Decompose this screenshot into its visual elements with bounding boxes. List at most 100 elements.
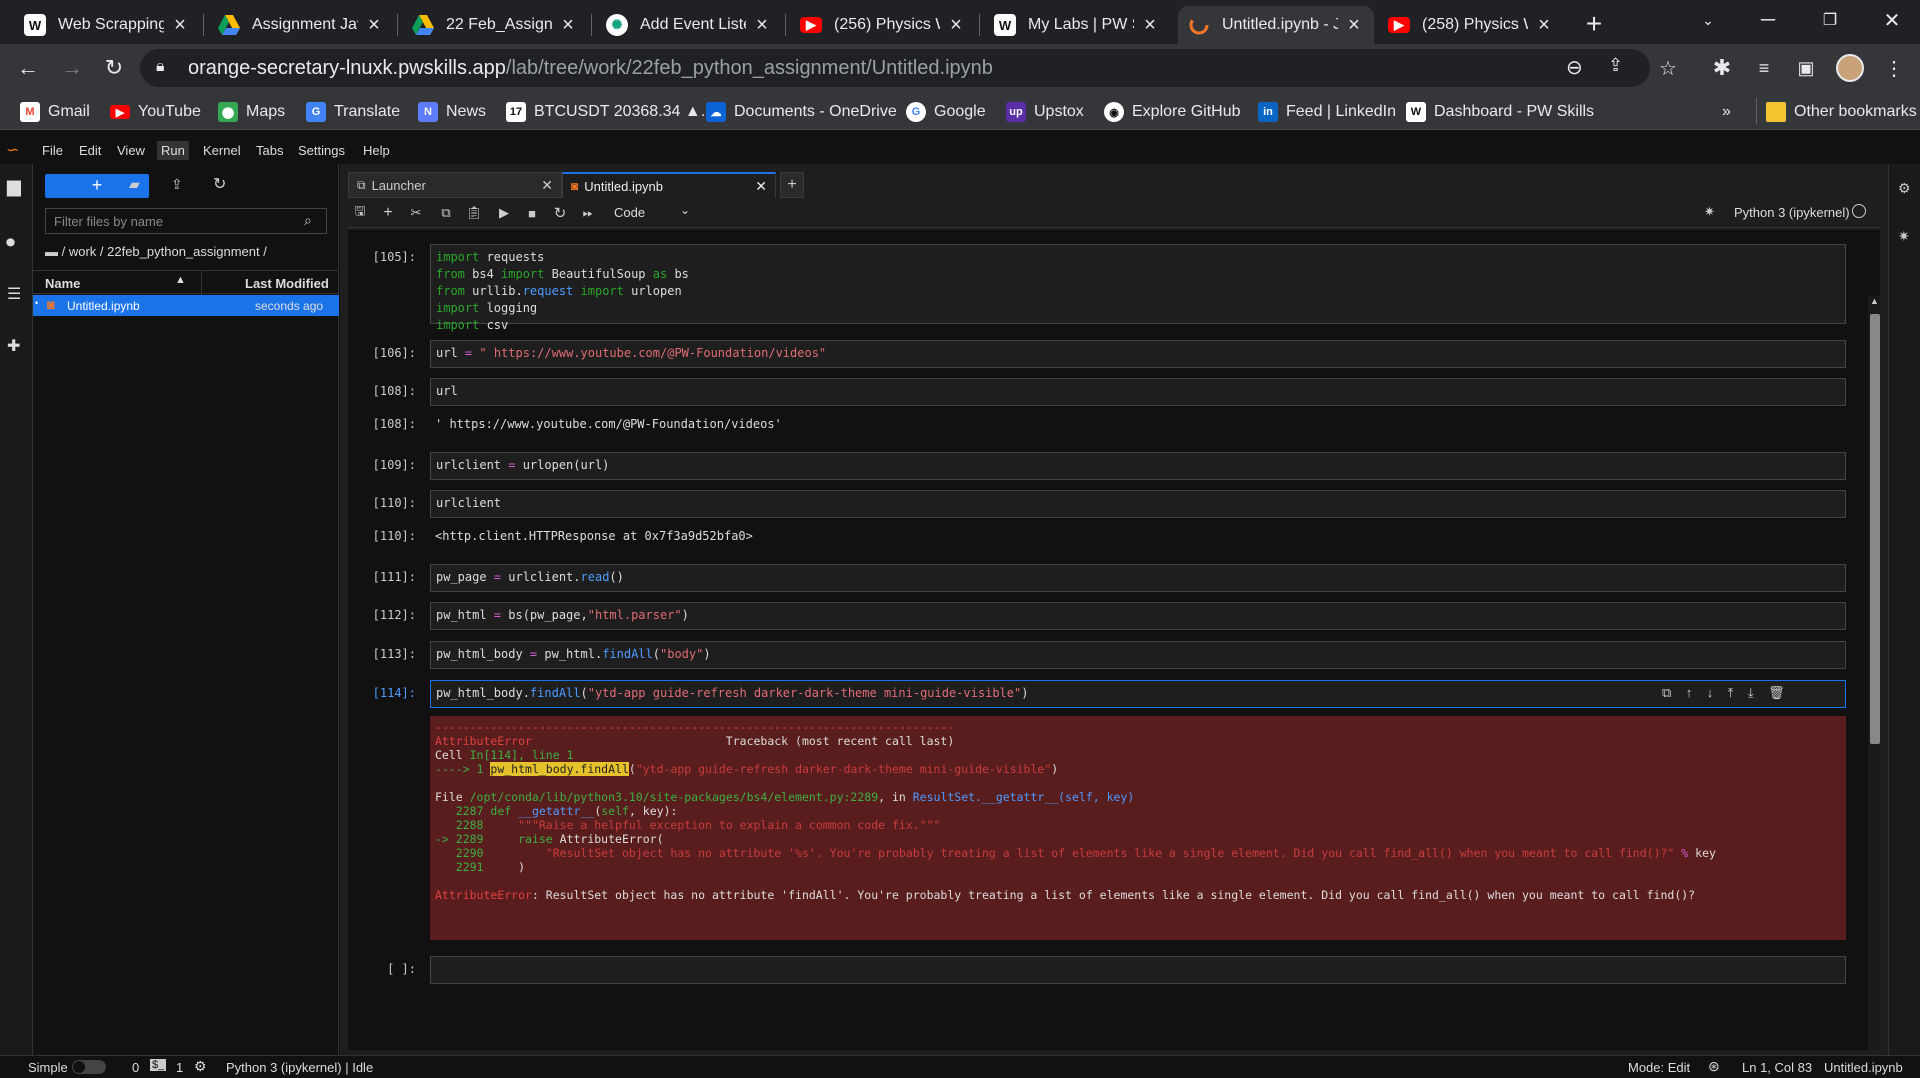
forward-icon[interactable]: → [56,52,88,84]
close-window-button[interactable]: ✕ [1866,0,1918,40]
bookmark[interactable]: ◉ Explore GitHub [1104,100,1241,124]
bookmark[interactable]: in Feed | LinkedIn [1258,100,1396,124]
file-row[interactable]: • ◙ Untitled.ipynb seconds ago [33,295,339,316]
bookmark[interactable]: up Upstox [1006,100,1084,124]
close-tab-icon[interactable]: × [946,14,966,37]
cut-icon[interactable]: ✂ [406,203,426,223]
simple-mode-toggle[interactable] [72,1060,106,1074]
cell-editor[interactable]: pw_html_body.findAll("ytd-app guide-refr… [430,680,1846,708]
code-cell[interactable]: [ ]: [348,956,1848,984]
cell-editor[interactable]: pw_page = urlclient.read() [430,564,1846,592]
share-icon[interactable]: ⇪ [1608,55,1623,76]
new-folder-icon[interactable]: ▰ [129,176,140,193]
menu-help[interactable]: Help [359,141,394,160]
breadcrumb[interactable]: ▬ / work / 22feb_python_assignment / [45,244,267,259]
bookmark[interactable]: ▶ YouTube [110,100,201,124]
kernel-icon[interactable]: ⚙ [194,1058,207,1075]
kernel-status[interactable]: Python 3 (ipykernel) | Idle [226,1060,373,1075]
vertical-scrollbar[interactable]: ▲ ▼ [1868,296,1880,1050]
debugger-icon[interactable]: ✷ [1898,228,1910,245]
code-cell[interactable]: [110]: urlclient [110]: <http.client.HTT… [348,490,1848,550]
browser-tab[interactable]: ▶ (256) Physics Wa × [790,6,976,44]
close-icon[interactable]: ✕ [541,177,553,194]
bookmark-star-icon[interactable]: ☆ [1652,52,1684,84]
more-menu-icon[interactable]: ⋮ [1878,52,1910,84]
bookmark[interactable]: M Gmail [20,100,90,124]
new-tab-button[interactable]: + [1568,4,1620,44]
back-icon[interactable]: ← [12,52,44,84]
cell-editor[interactable]: urlclient = urlopen(url) [430,452,1846,480]
address-bar[interactable]: 🔒︎ orange-secretary-lnuxk.pwskills.app/l… [140,49,1650,87]
save-icon[interactable]: 🖫︎ [350,203,370,223]
close-tab-icon[interactable]: × [558,14,578,37]
menu-view[interactable]: View [113,141,149,160]
browser-tab[interactable]: W Web Scrapping In × [14,6,200,44]
property-inspector-icon[interactable]: ⚙ [1898,180,1911,197]
name-column-header[interactable]: Name [45,276,80,291]
cell-editor[interactable]: import requests from bs4 import Beautifu… [430,244,1846,332]
extensions-icon[interactable]: ✱ [1706,52,1738,84]
cell-editor[interactable]: pw_html = bs(pw_page,"html.parser") [430,602,1846,630]
zoom-icon[interactable]: ⊖ [1566,55,1583,80]
bookmark[interactable]: 17 BTCUSDT 20368.34 ▲... [506,100,714,124]
browser-tab-active[interactable]: Untitled.ipynb - J × [1178,6,1374,44]
close-tab-icon[interactable]: × [170,14,190,37]
tab-search-icon[interactable]: ⌄ [1682,0,1734,40]
running-kernels-icon[interactable]: ⏺ [6,232,15,253]
browser-tab[interactable]: Assignment Java × [208,6,394,44]
bookmark[interactable]: W Dashboard - PW Skills [1406,100,1594,124]
menu-edit[interactable]: Edit [75,141,105,160]
url-text[interactable]: orange-secretary-lnuxk.pwskills.app/lab/… [188,49,993,87]
file-filter-input[interactable]: Filter files by name ⌕ [45,208,327,234]
delete-cell-icon[interactable]: 🗑︎ [1768,685,1785,700]
lock-icon[interactable]: 🔒︎ [156,58,165,76]
scrollbar-thumb[interactable] [1870,314,1880,744]
code-cell[interactable]: [111]: pw_page = urlclient.read() [348,564,1848,592]
cell-editor[interactable]: urlclient [430,490,1846,518]
side-panel-icon[interactable]: ▣ [1790,52,1822,84]
folder-icon[interactable]: ▆ [7,176,21,197]
browser-tab[interactable]: 22 Feb_Assignme × [402,6,588,44]
media-control-icon[interactable]: ≡ [1748,52,1780,84]
refresh-icon[interactable]: ↻ [213,174,226,194]
terminal-icon[interactable]: $_ [150,1059,167,1071]
menu-file[interactable]: File [38,141,67,160]
add-tab-button[interactable]: + [780,172,804,198]
modified-column-header[interactable]: Last Modified [245,276,329,291]
paste-icon[interactable]: 📋︎ [464,203,484,223]
bookmark[interactable]: G Translate [306,100,400,124]
restart-icon[interactable]: ↻ [550,203,570,223]
cell-type-select[interactable]: Code ⌄ [614,203,694,223]
bookmark[interactable]: N News [418,100,486,124]
code-cell[interactable]: [113]: pw_html_body = pw_html.findAll("b… [348,641,1848,669]
copy-icon[interactable]: ⧉ [436,203,456,223]
kernel-name[interactable]: Python 3 (ipykernel) [1734,205,1850,220]
browser-tab[interactable]: ▶ (258) Physics Wa × [1378,6,1564,44]
tab-notebook[interactable]: ◙ Untitled.ipynb ✕ [562,172,776,198]
avatar[interactable] [1834,52,1866,84]
code-cell[interactable]: [106]: url = " https://www.youtube.com/@… [348,340,1848,368]
upload-icon[interactable]: ⇪ [171,176,183,193]
close-tab-icon[interactable]: × [1140,14,1160,37]
cell-editor[interactable]: url [430,378,1846,406]
tab-launcher[interactable]: ⧉ Launcher ✕ [348,172,562,198]
table-of-contents-icon[interactable]: ☰ [7,284,21,304]
minimize-button[interactable]: ─ [1742,0,1794,40]
restore-button[interactable]: ❐ [1804,0,1856,40]
move-down-icon[interactable]: ↓ [1707,685,1714,700]
cell-editor[interactable]: pw_html_body = pw_html.findAll("body") [430,641,1846,669]
close-icon[interactable]: ✕ [755,178,767,195]
insert-above-icon[interactable]: ⤒ [1728,685,1734,700]
duplicate-cell-icon[interactable]: ⧉ [1662,685,1671,700]
debugger-icon[interactable]: ✷ [1704,204,1715,220]
other-bookmarks-folder[interactable]: Other bookmarks [1766,100,1917,124]
code-cell-active[interactable]: [114]: pw_html_body.findAll("ytd-app gui… [348,680,1848,940]
close-tab-icon[interactable]: × [1534,14,1554,37]
code-cell[interactable]: [108]: url [108]: ' https://www.youtube.… [348,378,1848,438]
code-cell[interactable]: [105]: import requests from bs4 import B… [348,244,1848,332]
cursor-position[interactable]: Ln 1, Col 83 [1742,1060,1812,1075]
menu-tabs[interactable]: Tabs [252,141,287,160]
move-up-icon[interactable]: ↑ [1686,685,1693,700]
close-tab-icon[interactable]: × [752,14,772,37]
more-bookmarks-button[interactable]: » [1722,100,1731,124]
